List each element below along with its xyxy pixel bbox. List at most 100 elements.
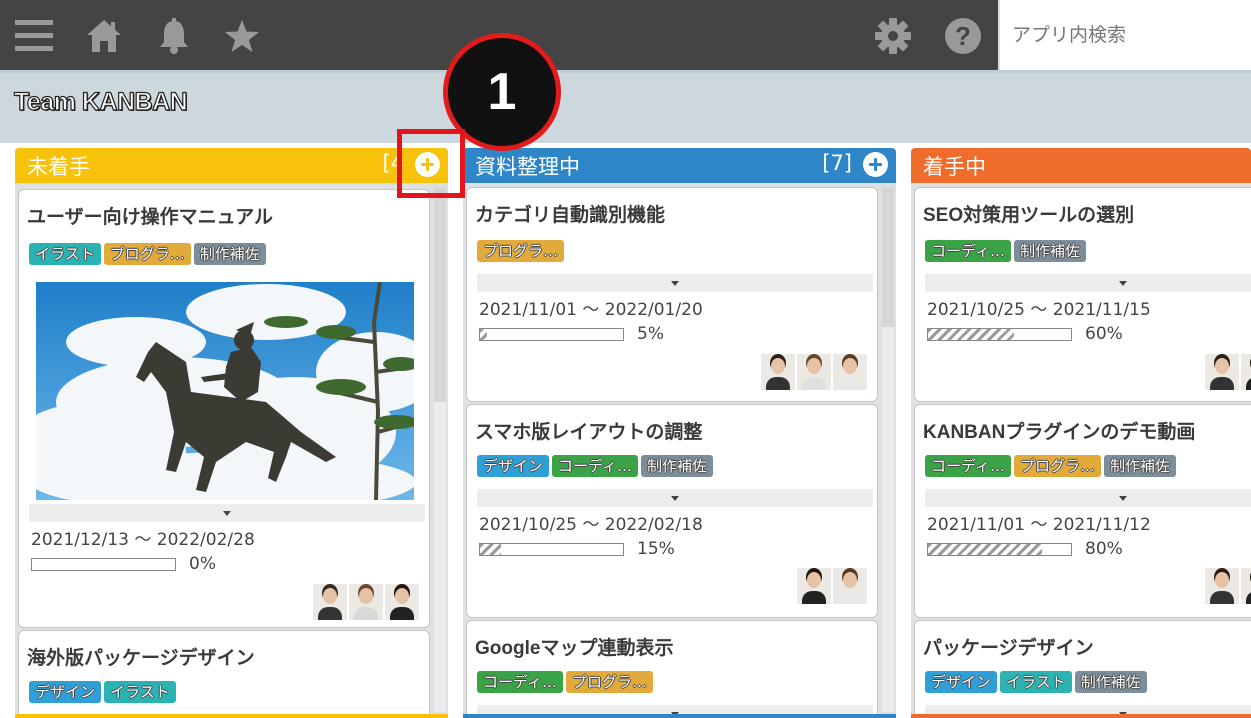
tag-label: デザイン: [477, 455, 550, 477]
progress-percent: 15%: [637, 539, 675, 559]
scrollbar[interactable]: [434, 187, 446, 712]
scrollbar-thumb[interactable]: [434, 187, 446, 402]
tag-label: デザイン: [29, 681, 102, 703]
card-title: Googleマップ連動表示: [475, 638, 674, 659]
task-card[interactable]: ユーザー向け操作マニュアル イラスト プログラ… 制作補佐 2021/12/13…: [19, 190, 429, 627]
assignee-list: [1205, 354, 1251, 390]
task-card[interactable]: 海外版パッケージデザイン デザイン イラスト: [19, 631, 429, 718]
tag-list: デザイン イラスト 制作補佐: [925, 671, 1147, 693]
top-bar: ?: [0, 0, 1251, 70]
progress-bar: [479, 328, 624, 341]
column-header: 資料整理中 [7]: [463, 148, 896, 183]
tag-label: 制作補佐: [1074, 671, 1147, 693]
tag-label: 制作補佐: [1013, 240, 1086, 262]
tag-label: コーディ…: [552, 455, 638, 477]
expand-toggle[interactable]: [477, 489, 873, 507]
card-title: ユーザー向け操作マニュアル: [27, 207, 274, 228]
tag-list: デザイン イラスト: [29, 681, 176, 703]
column-body: カテゴリ自動識別機能 プログラ… 2021/11/01 ～ 2022/01/20…: [463, 183, 896, 718]
avatar[interactable]: [385, 584, 419, 620]
column-title: 未着手: [27, 155, 90, 179]
star-icon[interactable]: [223, 17, 261, 55]
date-range: 2021/10/25 ～ 2022/02/18: [479, 515, 703, 535]
date-range: 2021/11/01 ～ 2021/11/12: [927, 515, 1151, 535]
card-title: 海外版パッケージデザイン: [27, 648, 255, 669]
scrollbar-thumb[interactable]: [882, 187, 894, 327]
date-range: 2021/12/13 ～ 2022/02/28: [31, 530, 255, 550]
expand-toggle[interactable]: [925, 274, 1251, 292]
column-organizing: 資料整理中 [7] カテゴリ自動識別機能 プログラ… 2021/11/01 ～ …: [463, 148, 896, 718]
expand-toggle[interactable]: [477, 274, 873, 292]
tag-label: コーディ…: [477, 671, 563, 693]
column-body: SEO対策用ツールの選別 コーディ… 制作補佐 2021/10/25 ～ 202…: [911, 183, 1251, 718]
card-title: スマホ版レイアウトの調整: [475, 422, 703, 443]
task-card[interactable]: パッケージデザイン デザイン イラスト 制作補佐: [915, 621, 1251, 718]
assignee-list: [761, 354, 867, 390]
app-search-box[interactable]: [998, 0, 1251, 70]
tag-label: コーディ…: [925, 240, 1011, 262]
avatar[interactable]: [1205, 568, 1239, 604]
date-range: 2021/11/01 ～ 2022/01/20: [479, 300, 703, 320]
home-icon[interactable]: [85, 17, 123, 55]
date-range: 2021/10/25 ～ 2021/11/15: [927, 300, 1151, 320]
avatar[interactable]: [1241, 354, 1251, 390]
gear-icon[interactable]: [874, 17, 912, 55]
task-card[interactable]: Googleマップ連動表示 コーディ… プログラ…: [467, 621, 877, 718]
progress-bar: [31, 558, 176, 571]
expand-toggle[interactable]: [925, 489, 1251, 507]
tag-list: デザイン コーディ… 制作補佐: [477, 455, 713, 477]
avatar[interactable]: [349, 584, 383, 620]
column-title: 着手中: [923, 155, 986, 179]
card-title: パッケージデザイン: [923, 638, 1094, 659]
expand-toggle[interactable]: [29, 504, 425, 522]
column-footer: [15, 714, 448, 718]
tag-list: コーディ… プログラ…: [477, 671, 653, 693]
progress-bar: [927, 328, 1072, 341]
column-not-started: 未着手 [4 ユーザー向け操作マニュアル イラスト プログラ… 制作補佐 202…: [15, 148, 448, 718]
avatar[interactable]: [313, 584, 347, 620]
tag-label: プログラ…: [565, 671, 653, 693]
progress-bar: [479, 543, 624, 556]
avatar[interactable]: [797, 568, 831, 604]
avatar[interactable]: [1241, 568, 1251, 604]
task-card[interactable]: KANBANプラグインのデモ動画 コーディ… プログラ… 制作補佐 2021/1…: [915, 405, 1251, 617]
tag-list: プログラ…: [477, 240, 565, 262]
menu-icon[interactable]: [15, 17, 53, 55]
task-card[interactable]: カテゴリ自動識別機能 プログラ… 2021/11/01 ～ 2022/01/20…: [467, 188, 877, 401]
help-icon[interactable]: ?: [944, 17, 982, 55]
progress-bar: [927, 543, 1072, 556]
avatar[interactable]: [797, 354, 831, 390]
bronze-horse-statue-image: [36, 282, 414, 500]
tag-label: イラスト: [1000, 671, 1072, 693]
tag-label: プログラ…: [103, 243, 191, 265]
column-title: 資料整理中: [475, 155, 580, 179]
bell-icon[interactable]: [155, 17, 193, 55]
tag-label: プログラ…: [477, 240, 565, 262]
column-body: ユーザー向け操作マニュアル イラスト プログラ… 制作補佐 2021/12/13…: [15, 183, 448, 718]
column-header: 未着手 [4: [15, 148, 448, 183]
task-card[interactable]: SEO対策用ツールの選別 コーディ… 制作補佐 2021/10/25 ～ 202…: [915, 188, 1251, 401]
tag-list: コーディ… プログラ… 制作補佐: [925, 455, 1176, 477]
avatar[interactable]: [1205, 354, 1239, 390]
assignee-list: [313, 584, 419, 620]
card-title: SEO対策用ツールの選別: [923, 205, 1135, 226]
avatar[interactable]: [833, 354, 867, 390]
board-title: Team KANBAN: [13, 87, 188, 116]
add-card-button[interactable]: [863, 152, 888, 177]
tag-label: 制作補佐: [1103, 455, 1176, 477]
avatar[interactable]: [761, 354, 795, 390]
column-in-progress: 着手中 SEO対策用ツールの選別 コーディ… 制作補佐 2021/10/25 ～…: [911, 148, 1251, 718]
search-input[interactable]: [1000, 0, 1251, 70]
assignee-list: [797, 568, 867, 604]
avatar[interactable]: [833, 568, 867, 604]
tag-label: イラスト: [29, 243, 101, 265]
tag-label: 制作補佐: [640, 455, 713, 477]
card-count: [7]: [822, 151, 852, 175]
task-card[interactable]: スマホ版レイアウトの調整 デザイン コーディ… 制作補佐 2021/10/25 …: [467, 405, 877, 617]
tag-label: プログラ…: [1013, 455, 1101, 477]
scrollbar[interactable]: [882, 187, 894, 712]
column-header: 着手中: [911, 148, 1251, 183]
progress-percent: 0%: [189, 554, 216, 574]
card-title: カテゴリ自動識別機能: [475, 205, 666, 226]
tag-label: イラスト: [104, 681, 176, 703]
